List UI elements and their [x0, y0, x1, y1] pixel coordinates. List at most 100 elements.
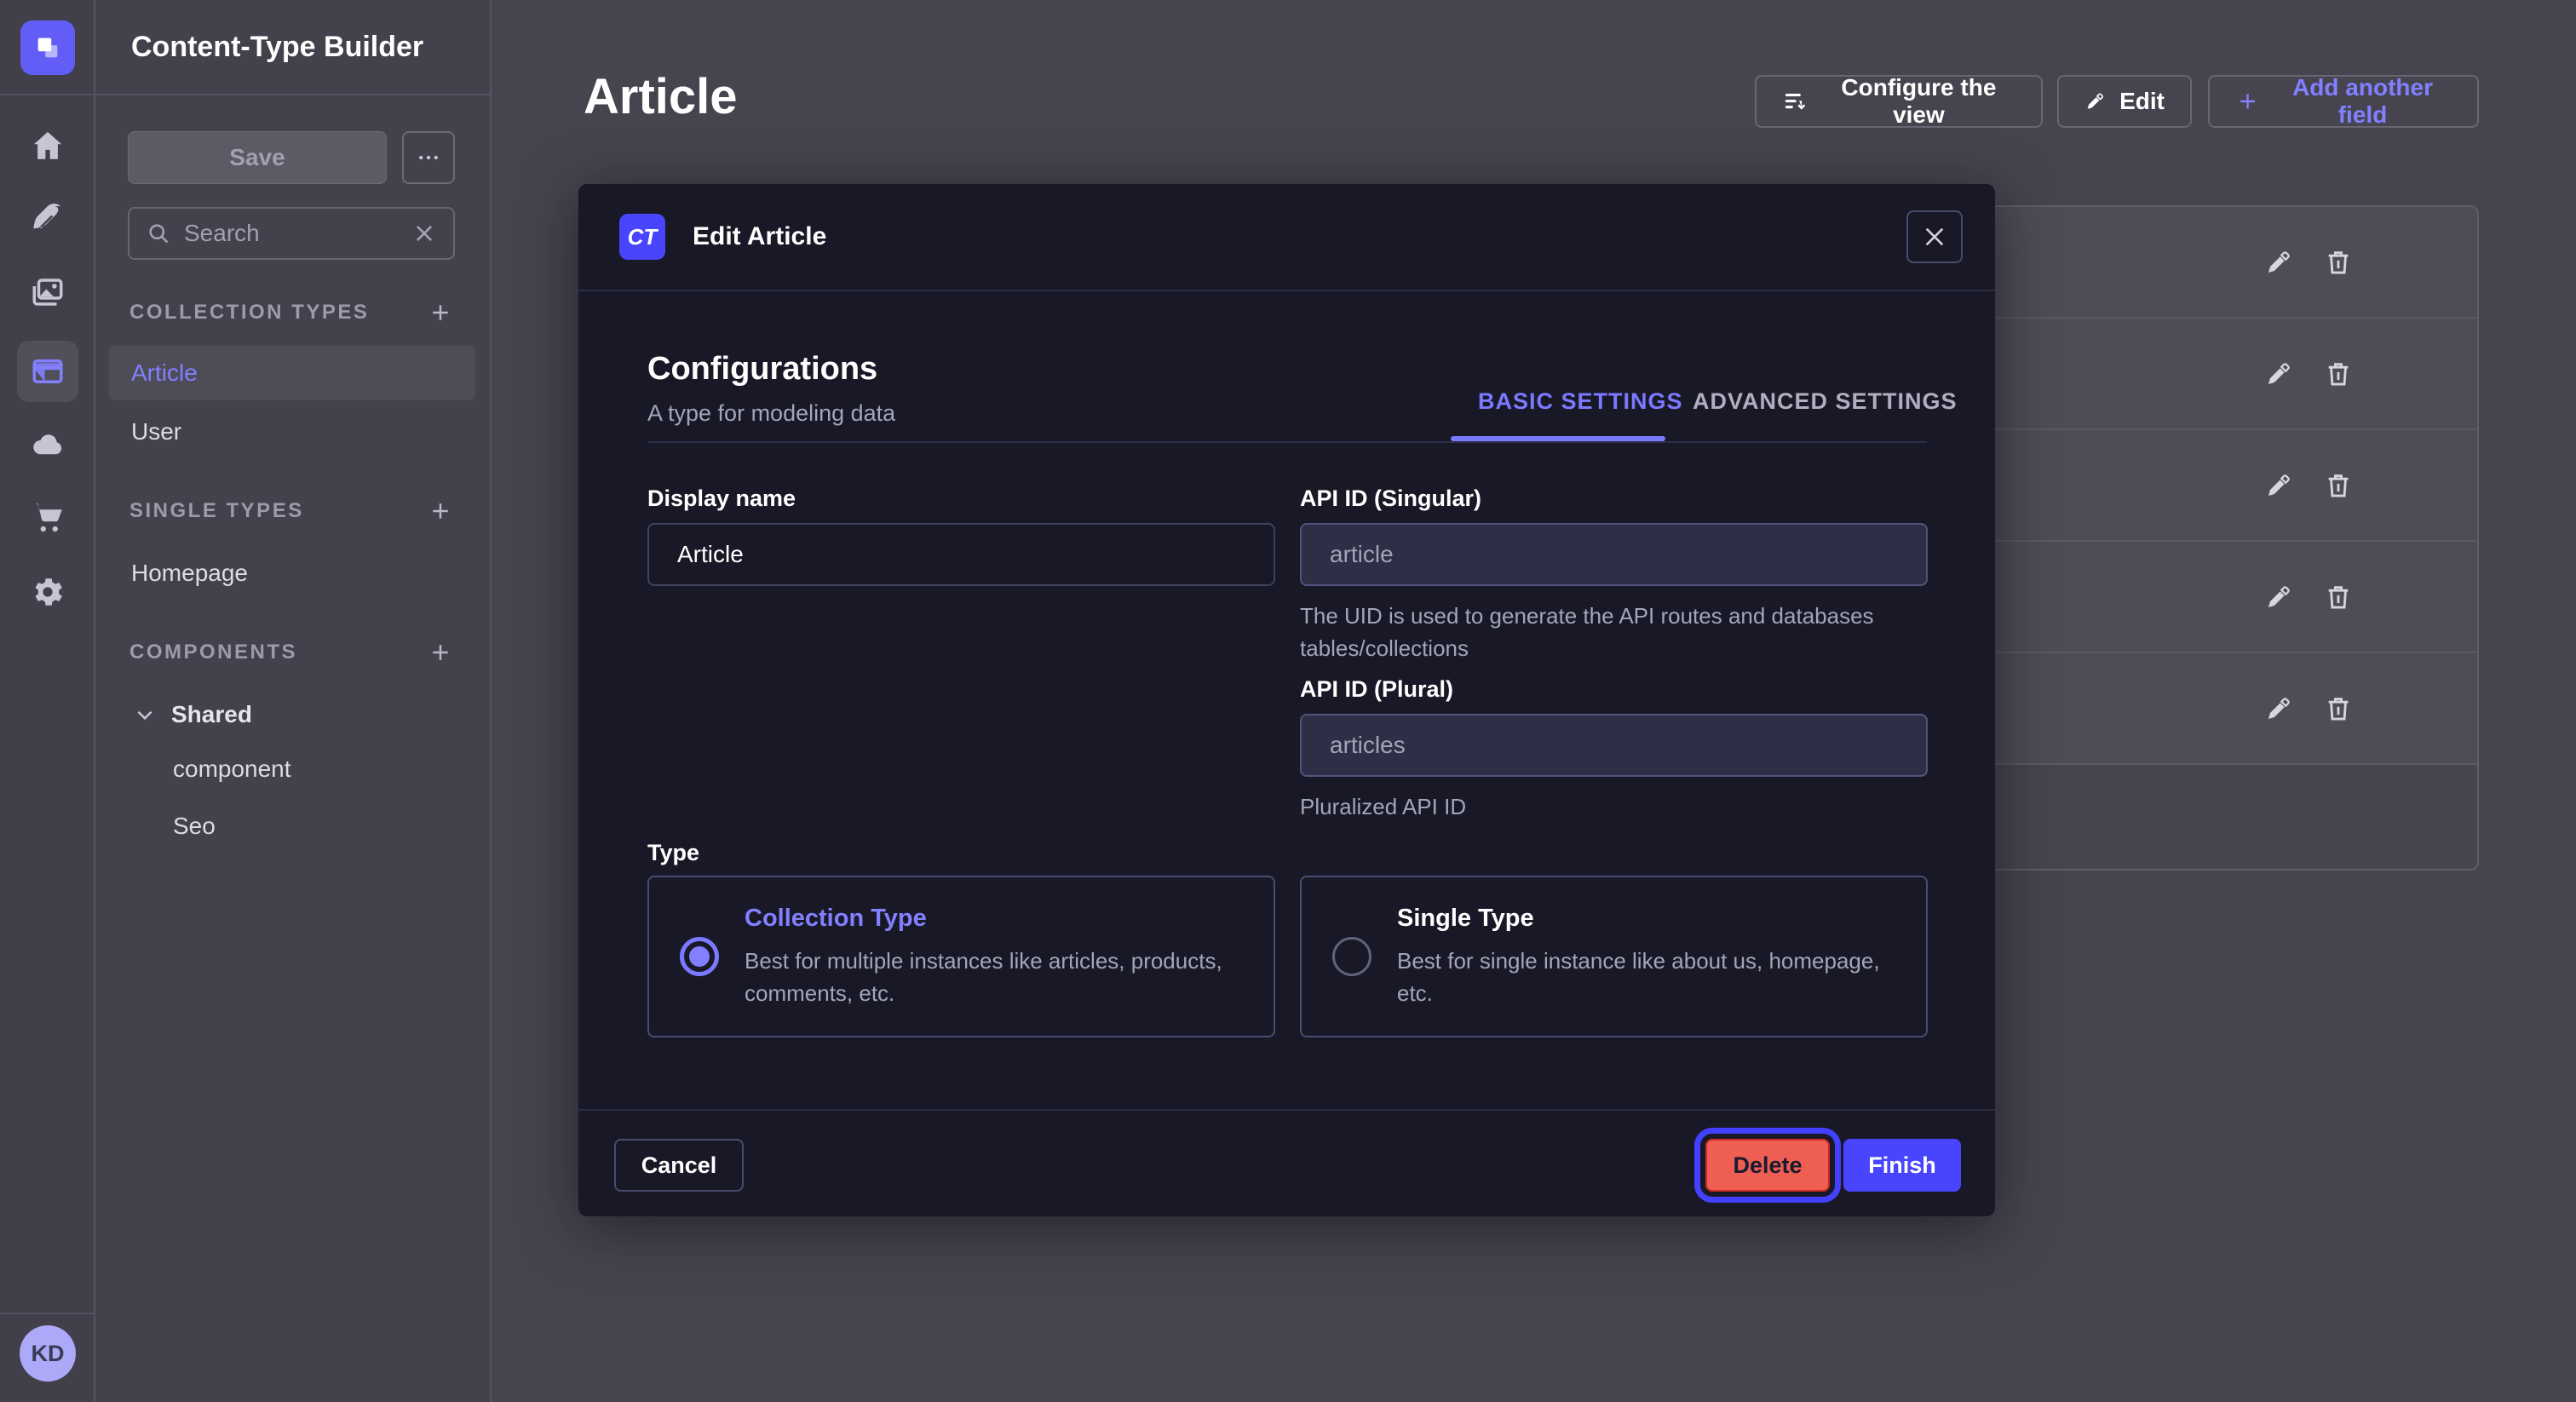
clear-search-icon[interactable]	[412, 221, 436, 245]
sidebar-group-shared[interactable]: Shared	[109, 687, 475, 742]
add-single-type-button[interactable]	[426, 497, 455, 526]
type-option-title: Single Type	[1397, 905, 1900, 933]
sidebar-item-seo[interactable]: Seo	[109, 799, 475, 853]
sidebar-item-homepage[interactable]: Homepage	[109, 546, 475, 600]
plus-icon	[428, 640, 453, 665]
row-delete-trash-icon[interactable]	[2324, 583, 2353, 612]
sidebar-item-user[interactable]: User	[109, 405, 475, 459]
rail-divider	[0, 1313, 94, 1314]
sidebar-item-label: Homepage	[131, 560, 248, 587]
edit-label: Edit	[2119, 88, 2165, 115]
add-component-button[interactable]	[426, 638, 455, 667]
radio-unselected-icon	[1332, 937, 1371, 976]
row-edit-pencil-icon[interactable]	[2264, 471, 2293, 500]
plus-icon	[428, 498, 453, 524]
api-id-singular-input[interactable]	[1300, 523, 1928, 586]
cancel-button[interactable]: Cancel	[614, 1139, 744, 1192]
configurations-heading: Configurations	[647, 351, 877, 388]
api-id-plural-input[interactable]	[1300, 714, 1928, 777]
ellipsis-icon	[416, 145, 441, 170]
row-delete-trash-icon[interactable]	[2324, 471, 2353, 500]
sidebar-item-label: Shared	[171, 701, 252, 728]
rail-logo-section	[0, 0, 94, 95]
app-window: KD Content-Type Builder Save COLLECTION …	[0, 0, 2576, 1402]
api-id-plural-helper: Pluralized API ID	[1300, 790, 1896, 823]
row-delete-trash-icon[interactable]	[2324, 694, 2353, 723]
strapi-logo-glyph	[33, 33, 62, 62]
edit-button[interactable]: Edit	[2057, 75, 2192, 128]
configurations-subtitle: A type for modeling data	[647, 400, 895, 427]
home-icon[interactable]	[0, 128, 95, 164]
tab-basic-settings[interactable]: BASIC SETTINGS	[1478, 388, 1683, 415]
section-label: COMPONENTS	[129, 641, 297, 664]
subnav: Content-Type Builder Save COLLECTION TYP…	[95, 0, 492, 1402]
plus-icon	[428, 300, 453, 325]
pencil-icon	[2084, 89, 2106, 114]
row-edit-pencil-icon[interactable]	[2264, 583, 2293, 612]
api-id-plural-label: API ID (Plural)	[1300, 676, 1453, 703]
add-another-field-button[interactable]: Add another field	[2208, 75, 2479, 128]
subnav-header: Content-Type Builder	[95, 0, 490, 95]
page-title: Article	[584, 68, 738, 125]
strapi-logo[interactable]	[20, 20, 75, 75]
cloud-icon[interactable]	[0, 426, 95, 462]
tabs-divider	[647, 441, 1927, 443]
display-name-label: Display name	[647, 486, 796, 512]
type-option-description: Best for multiple instances like article…	[745, 945, 1248, 1009]
sidebar-item-label: User	[131, 418, 181, 445]
section-components: COMPONENTS	[129, 638, 455, 667]
user-avatar[interactable]: KD	[20, 1325, 76, 1382]
configure-view-button[interactable]: Configure the view	[1755, 75, 2043, 128]
row-edit-pencil-icon[interactable]	[2264, 359, 2293, 388]
more-options-button[interactable]	[402, 131, 455, 184]
icon-rail: KD	[0, 0, 95, 1402]
sidebar-item-label: Seo	[173, 813, 216, 840]
chevron-down-icon	[134, 704, 156, 726]
add-another-field-label: Add another field	[2274, 74, 2452, 129]
sidebar-item-article[interactable]: Article	[109, 346, 475, 400]
content-type-builder-icon[interactable]	[17, 341, 78, 402]
configure-view-icon	[1782, 87, 1808, 116]
section-label: SINGLE TYPES	[129, 499, 304, 523]
media-library-icon[interactable]	[0, 274, 95, 310]
type-label: Type	[647, 840, 699, 866]
feather-icon[interactable]	[0, 201, 95, 237]
section-collection-types: COLLECTION TYPES	[129, 298, 455, 327]
search-box	[128, 207, 455, 260]
row-edit-pencil-icon[interactable]	[2264, 248, 2293, 277]
active-tab-underline	[1451, 436, 1665, 441]
plugin-title: Content-Type Builder	[131, 31, 423, 64]
save-button[interactable]: Save	[128, 131, 387, 184]
display-name-input[interactable]	[647, 523, 1275, 586]
modal-footer: Cancel Delete Finish	[578, 1109, 1995, 1216]
sidebar-item-component[interactable]: component	[109, 742, 475, 796]
type-option-single[interactable]: Single Type Best for single instance lik…	[1300, 876, 1928, 1037]
type-option-description: Best for single instance like about us, …	[1397, 945, 1900, 1009]
type-option-title: Collection Type	[745, 905, 1248, 933]
row-edit-pencil-icon[interactable]	[2264, 694, 2293, 723]
add-collection-type-button[interactable]	[426, 298, 455, 327]
content-type-badge: CT	[619, 214, 665, 260]
delete-button[interactable]: Delete	[1705, 1139, 1830, 1192]
api-id-singular-label: API ID (Singular)	[1300, 486, 1481, 512]
type-option-collection[interactable]: Collection Type Best for multiple instan…	[647, 876, 1275, 1037]
gear-icon[interactable]	[0, 574, 95, 610]
row-delete-trash-icon[interactable]	[2324, 359, 2353, 388]
edit-article-modal: CT Edit Article Configurations A type fo…	[578, 184, 1995, 1216]
modal-title: Edit Article	[693, 222, 826, 251]
api-id-singular-helper: The UID is used to generate the API rout…	[1300, 600, 1896, 664]
row-delete-trash-icon[interactable]	[2324, 248, 2353, 277]
configure-view-label: Configure the view	[1822, 74, 2015, 129]
plus-icon	[2235, 88, 2260, 115]
close-modal-button[interactable]	[1906, 210, 1963, 263]
radio-selected-icon	[680, 937, 719, 976]
section-label: COLLECTION TYPES	[129, 301, 369, 325]
tab-advanced-settings[interactable]: ADVANCED SETTINGS	[1693, 388, 1958, 415]
close-icon	[1921, 223, 1948, 250]
search-input[interactable]	[184, 220, 412, 247]
search-icon	[147, 221, 170, 245]
finish-button[interactable]: Finish	[1843, 1139, 1961, 1192]
cart-icon[interactable]	[0, 499, 95, 535]
sidebar-item-label: component	[173, 756, 291, 783]
section-single-types: SINGLE TYPES	[129, 497, 455, 526]
